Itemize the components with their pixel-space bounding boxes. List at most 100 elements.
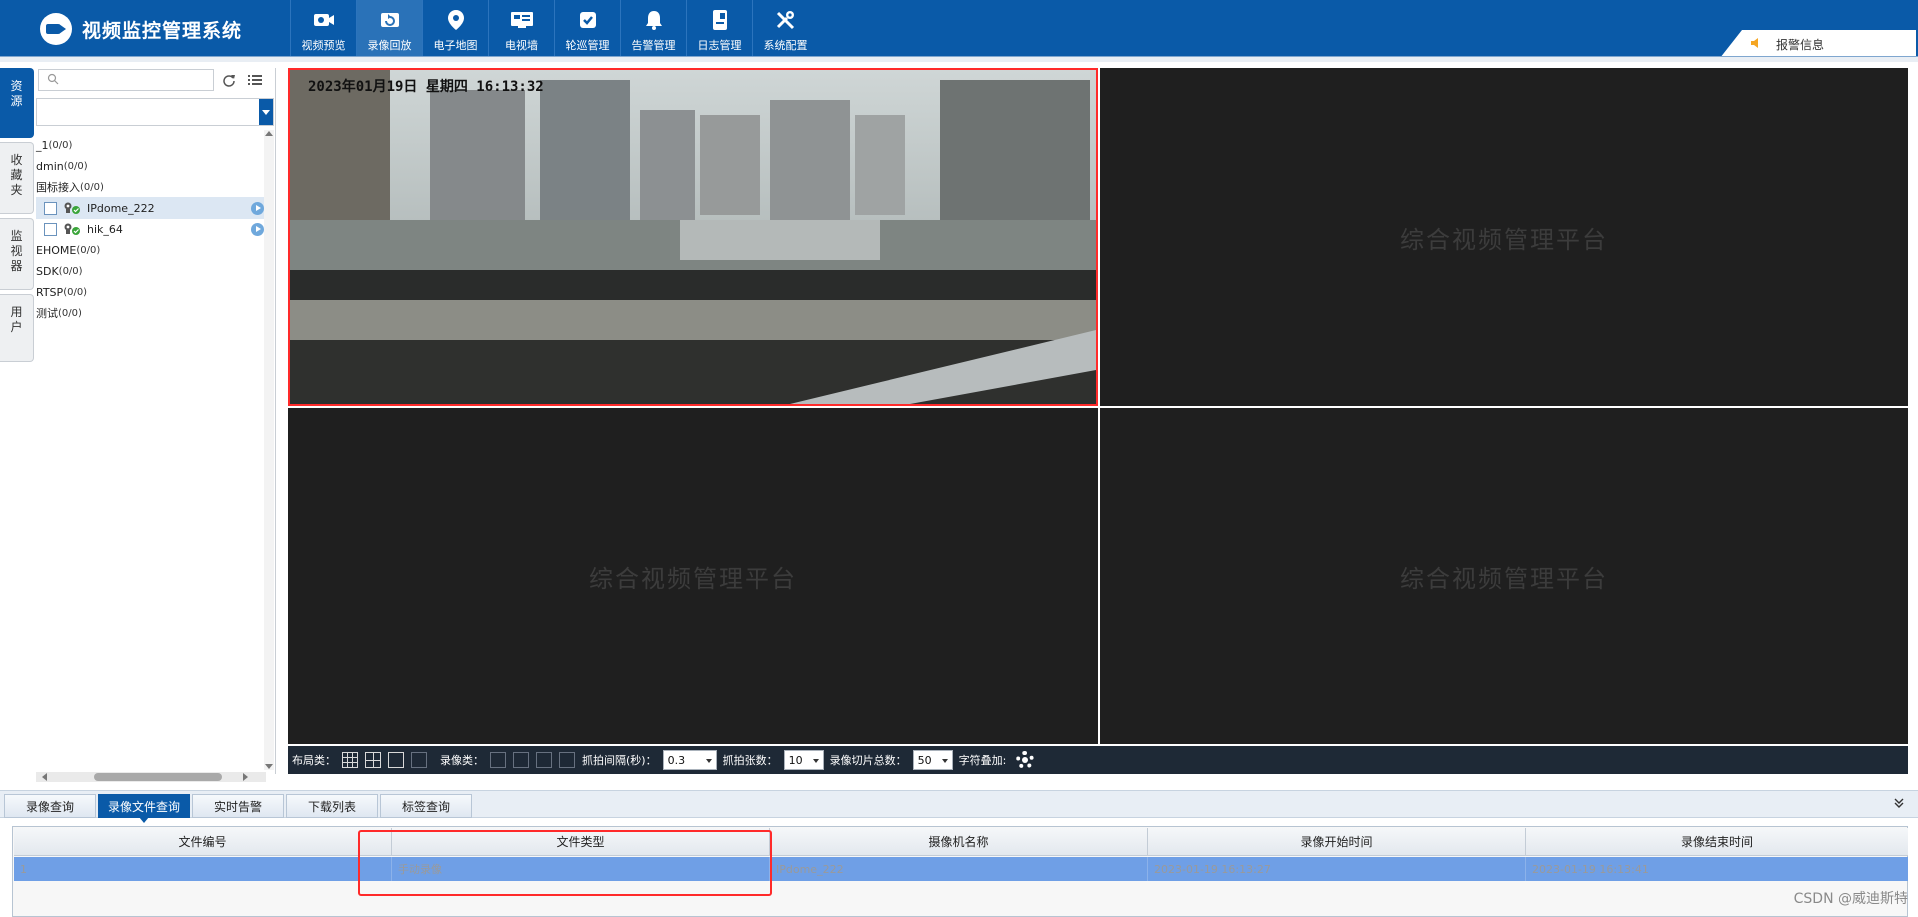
column-header[interactable]: 文件类型 xyxy=(392,828,770,855)
side-tab-users[interactable]: 用户 xyxy=(0,294,34,362)
table-cell: 1 xyxy=(14,857,392,881)
side-tab-favorites[interactable]: 收藏夹 xyxy=(0,142,34,214)
tree-node[interactable]: RTSP (0/0) xyxy=(36,281,264,303)
search-icon xyxy=(47,73,59,88)
scroll-left-icon[interactable] xyxy=(42,773,47,781)
table-cell: IPdome_222 xyxy=(770,857,1148,881)
nav-item-record-playback[interactable]: 录像回放 xyxy=(356,0,422,56)
video-toolbar: 布局类： 录像类： 抓拍间隔(秒)： 0.3 抓拍张数： 10 录像切片总数： … xyxy=(288,746,1908,774)
top-header: 视频监控管理系统 视频预览 录像回放 电子地图 电视墙 轮巡管理 告警管理 日志… xyxy=(0,0,1918,58)
tree-node-label: 测试 xyxy=(36,307,58,320)
tree-node-label: hik_64 xyxy=(87,222,123,236)
tree-node[interactable]: dmin (0/0) xyxy=(36,155,264,177)
tree-node-count: (0/0) xyxy=(63,286,88,298)
bottom-tab-bar: 录像查询 录像文件查询 实时告警 下载列表 标签查询 xyxy=(0,790,1918,823)
record-icon[interactable] xyxy=(490,752,506,768)
refresh-button[interactable] xyxy=(220,72,238,90)
column-header[interactable]: 文件编号 xyxy=(14,828,392,855)
tree-node[interactable]: EHOME (0/0) xyxy=(36,239,264,261)
tab-tag-query[interactable]: 标签查询 xyxy=(380,794,472,818)
side-tab-resources[interactable]: 资源 xyxy=(0,68,34,138)
tv-wall-icon xyxy=(510,8,534,32)
grid-4-icon[interactable] xyxy=(365,752,381,768)
search-input[interactable] xyxy=(65,73,205,87)
grid-9-icon[interactable] xyxy=(342,752,358,768)
side-tab-monitors[interactable]: 监视器 xyxy=(0,218,34,290)
alarm-info-tab[interactable]: 报警信息 xyxy=(1720,30,1916,58)
patrol-icon xyxy=(576,8,600,32)
snapshot-icon[interactable] xyxy=(513,752,529,768)
nav-item-system-config[interactable]: 系统配置 xyxy=(752,0,818,56)
watermark: CSDN @威迪斯特 xyxy=(1793,891,1908,907)
column-header[interactable]: 摄像机名称 xyxy=(770,828,1148,855)
nav-item-tv-wall[interactable]: 电视墙 xyxy=(488,0,554,56)
scroll-down-icon[interactable] xyxy=(265,764,273,769)
tree-node[interactable]: 国标接入 (0/0) xyxy=(36,176,264,198)
count-value: 10 xyxy=(788,753,803,767)
tab-download-list[interactable]: 下载列表 xyxy=(286,794,378,818)
tab-record-query[interactable]: 录像查询 xyxy=(4,794,96,818)
tree-node[interactable]: 测试 (0/0) xyxy=(36,302,264,324)
platform-placeholder-text: 综合视频管理平台 xyxy=(1400,564,1608,593)
nav-item-patrol[interactable]: 轮巡管理 xyxy=(554,0,620,56)
tree-vertical-scrollbar[interactable] xyxy=(264,130,274,770)
replay-icon xyxy=(378,8,402,32)
column-header[interactable]: 录像结束时间 xyxy=(1526,828,1908,855)
log-icon xyxy=(708,8,732,32)
side-tab-label: 资源 xyxy=(10,79,23,108)
tab-label: 录像查询 xyxy=(25,799,74,814)
app-logo: 视频监控管理系统 xyxy=(40,12,242,46)
tree-node-label: 国标接入 xyxy=(36,181,80,194)
tree-node[interactable]: SDK (0/0) xyxy=(36,260,264,282)
tree-node-label: RTSP xyxy=(36,285,64,299)
gear-icon[interactable] xyxy=(1016,751,1035,769)
slice-select[interactable]: 50 xyxy=(912,750,953,770)
custom-layout-icon[interactable] xyxy=(411,752,427,768)
interval-select[interactable]: 0.3 xyxy=(662,750,717,770)
video-window-1[interactable]: 2023年01月19日 星期四 16:13:32 xyxy=(288,68,1098,406)
org-select[interactable] xyxy=(36,98,274,126)
record-label: 录像类： xyxy=(440,754,484,767)
tree-node-camera[interactable]: IPdome_222 xyxy=(36,197,264,219)
play-icon[interactable] xyxy=(251,201,264,215)
video-window-3[interactable]: 综合视频管理平台 xyxy=(288,408,1098,744)
count-select[interactable]: 10 xyxy=(783,750,824,770)
scroll-right-icon[interactable] xyxy=(243,773,248,781)
table-row[interactable]: 1 手动录像 IPdome_222 2023-01-19 16:13:27 20… xyxy=(14,857,1908,881)
camera-checkbox[interactable] xyxy=(44,201,57,215)
save-icon[interactable] xyxy=(559,752,575,768)
tab-realtime-alarm[interactable]: 实时告警 xyxy=(192,794,284,818)
chevron-down-icon[interactable] xyxy=(259,99,273,125)
camera-checkbox[interactable] xyxy=(44,222,57,236)
nav-item-alarm-manage[interactable]: 告警管理 xyxy=(620,0,686,56)
clip-icon[interactable] xyxy=(536,752,552,768)
tree-node-camera[interactable]: hik_64 xyxy=(36,218,264,240)
tree-horizontal-scrollbar[interactable] xyxy=(36,772,266,782)
play-icon[interactable] xyxy=(251,222,264,236)
slice-label: 录像切片总数： xyxy=(829,754,907,767)
nav-item-e-map[interactable]: 电子地图 xyxy=(422,0,488,56)
list-view-button[interactable] xyxy=(246,72,264,90)
column-header[interactable]: 录像开始时间 xyxy=(1148,828,1526,855)
fullscreen-icon[interactable] xyxy=(388,752,404,768)
bell-icon xyxy=(642,8,666,32)
side-tab-label: 收藏夹 xyxy=(10,153,23,197)
tree-node[interactable]: _1 (0/0) xyxy=(36,134,264,156)
list-icon xyxy=(248,74,262,89)
collapse-icon[interactable] xyxy=(1892,797,1906,811)
tab-label: 录像文件查询 xyxy=(107,799,180,814)
tree-node-label: IPdome_222 xyxy=(87,201,155,215)
tab-record-file-query[interactable]: 录像文件查询 xyxy=(98,794,190,823)
nav-item-log-manage[interactable]: 日志管理 xyxy=(686,0,752,56)
scrollbar-thumb[interactable] xyxy=(94,773,222,781)
video-window-4[interactable]: 综合视频管理平台 xyxy=(1100,408,1908,744)
nav-item-video-preview[interactable]: 视频预览 xyxy=(290,0,356,56)
tree-node-label: dmin xyxy=(36,159,64,173)
video-window-2[interactable]: 综合视频管理平台 xyxy=(1100,68,1908,406)
tree-node-count: (0/0) xyxy=(58,307,82,319)
search-box[interactable] xyxy=(38,69,214,91)
scroll-up-icon[interactable] xyxy=(265,131,273,136)
alarm-info-label: 报警信息 xyxy=(1776,37,1825,52)
osd-timestamp: 2023年01月19日 星期四 16:13:32 xyxy=(308,79,544,95)
layout-label: 布局类： xyxy=(292,754,336,767)
